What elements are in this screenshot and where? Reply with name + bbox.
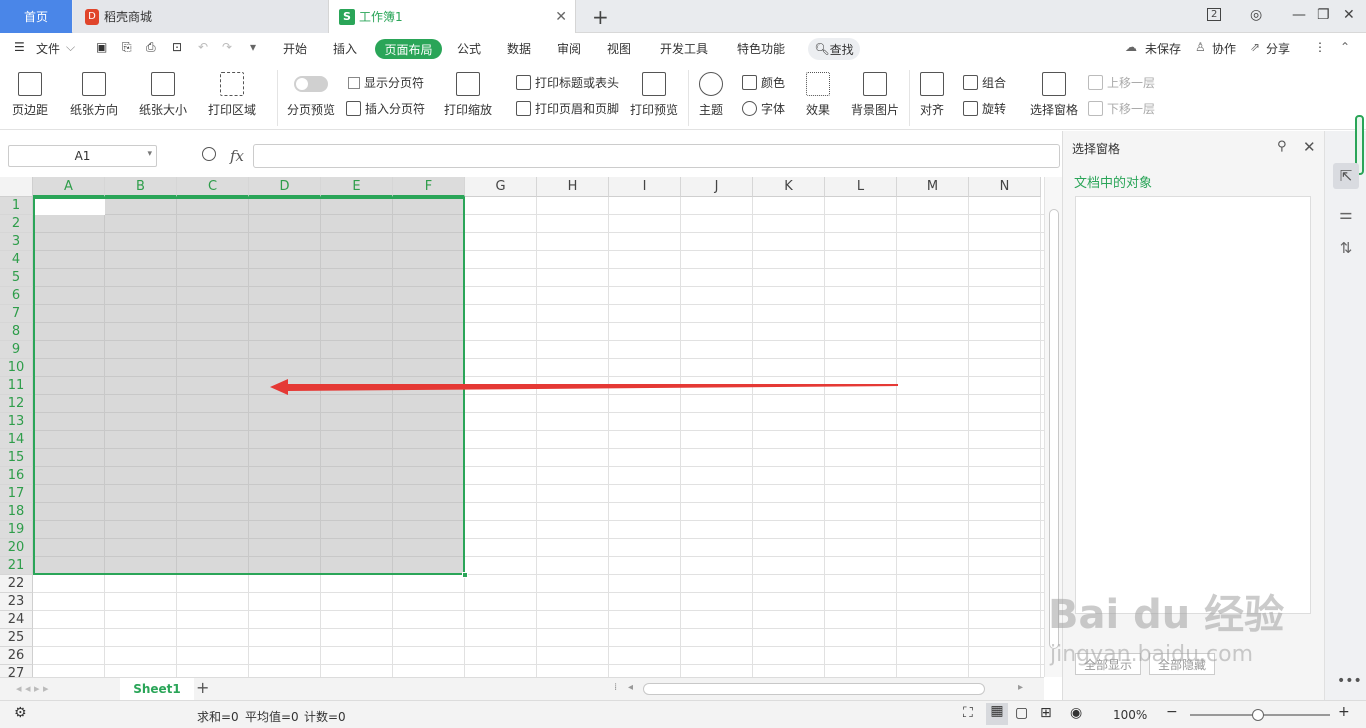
- zoom-out-icon[interactable]: −: [1166, 704, 1178, 720]
- fullscreen-icon[interactable]: ⛶: [963, 705, 973, 721]
- transform-icon[interactable]: ⇅: [1333, 235, 1359, 261]
- horizontal-scroll-thumb[interactable]: [643, 683, 985, 695]
- page-break-view-icon[interactable]: ⊞: [1040, 705, 1052, 721]
- red-arrow-icon: [270, 379, 898, 395]
- average-status[interactable]: 平均值=0: [245, 708, 299, 725]
- zoom-level[interactable]: 100%: [1113, 708, 1147, 722]
- pin-icon[interactable]: ⚲: [1277, 139, 1287, 154]
- close-pane-icon[interactable]: ✕: [1303, 138, 1316, 156]
- sheet-nav-icon[interactable]: ◂ ◂ ▸ ▸: [16, 682, 49, 695]
- objects-label: 文档中的对象: [1074, 176, 1153, 191]
- selection-pane-title[interactable]: 选择窗格: [1072, 140, 1120, 157]
- baidu-watermark-url: jingyan.baidu.com: [1050, 642, 1254, 667]
- sheet-tab-sheet1[interactable]: Sheet1: [120, 678, 194, 700]
- sum-status[interactable]: 求和=0: [197, 708, 239, 725]
- scroll-left-icon[interactable]: ◂: [628, 682, 633, 693]
- count-status[interactable]: 计数=0: [304, 708, 346, 725]
- right-sidebar: ⇱ ⚌ ⇅ •••: [1324, 115, 1366, 700]
- sheet-tab-bar: ◂ ◂ ▸ ▸ Sheet1 + ⁞ ◂ ▸: [0, 677, 1044, 700]
- zoom-in-icon[interactable]: +: [1338, 704, 1350, 720]
- tab-split-handle[interactable]: ⁞: [614, 682, 617, 693]
- settings-sliders-icon[interactable]: ⚌: [1333, 201, 1359, 227]
- page-layout-view-icon[interactable]: ▢: [1015, 705, 1028, 721]
- add-sheet-icon[interactable]: +: [196, 678, 209, 697]
- baidu-watermark: Bai du 经验: [1048, 592, 1285, 638]
- zoom-slider-thumb[interactable]: [1252, 709, 1264, 721]
- normal-view-icon[interactable]: ▦: [986, 703, 1008, 725]
- more-options-icon[interactable]: •••: [1337, 673, 1362, 689]
- status-bar: ⚙ 求和=0 平均值=0 计数=0 ⛶ ▦ ▢ ⊞ ◉ 100% − +: [0, 700, 1366, 728]
- macro-icon[interactable]: ⚙: [14, 705, 27, 721]
- reading-mode-icon[interactable]: ◉: [1070, 705, 1082, 721]
- select-cursor-icon[interactable]: ⇱: [1333, 163, 1359, 189]
- scroll-right-icon[interactable]: ▸: [1018, 682, 1023, 693]
- objects-list[interactable]: [1075, 196, 1311, 614]
